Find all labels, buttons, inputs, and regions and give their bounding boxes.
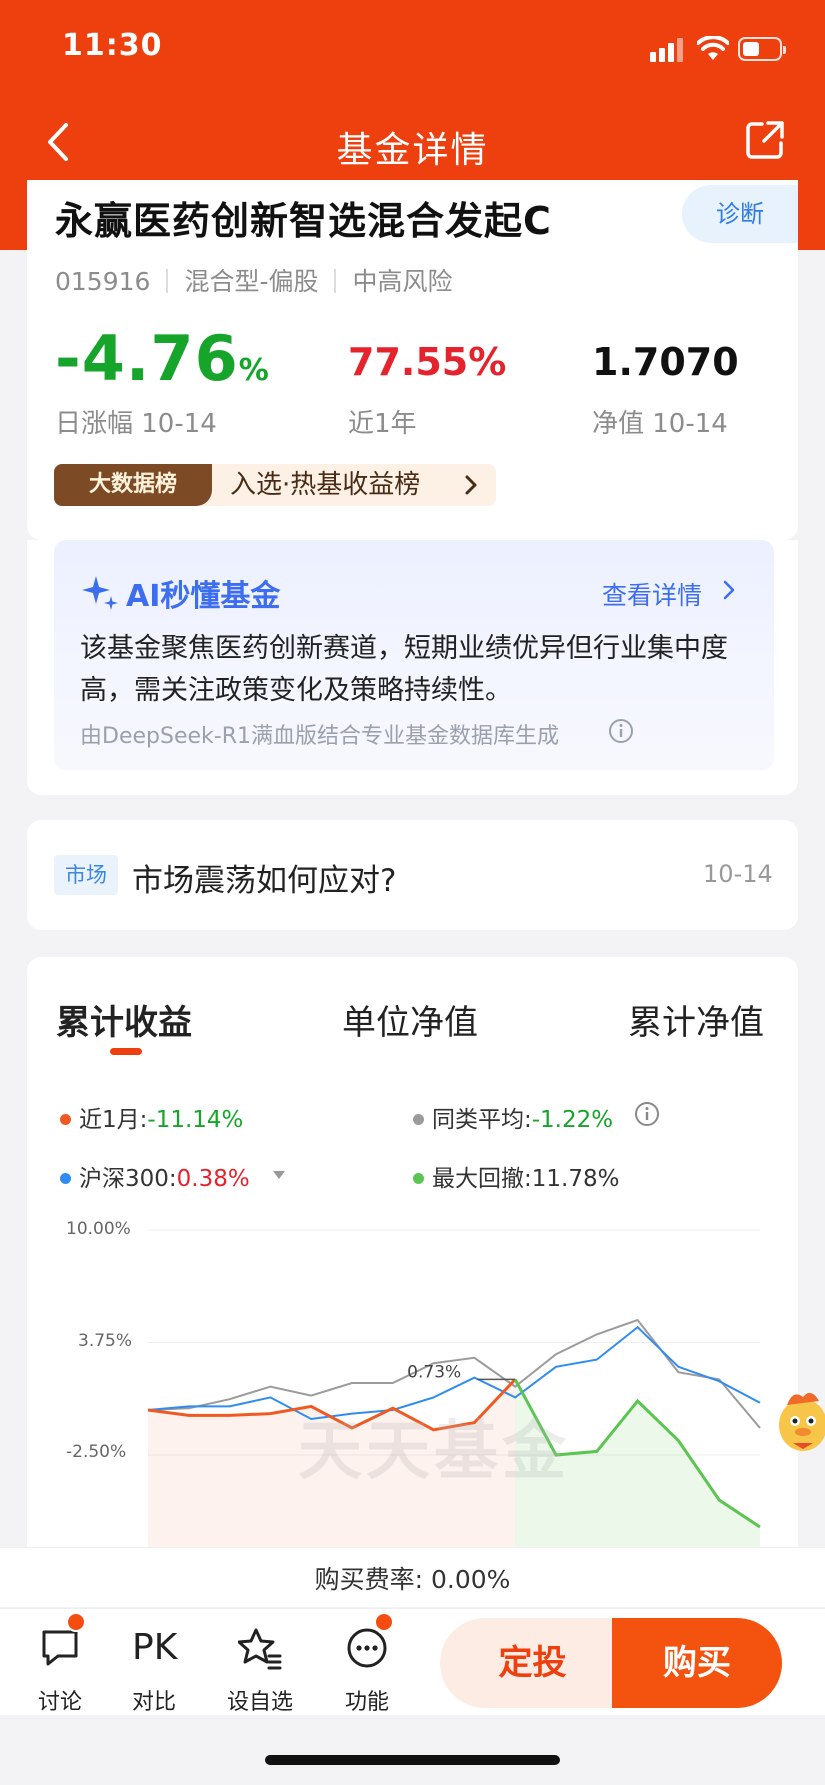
annotation-label: 0.73% bbox=[407, 1362, 461, 1382]
compare-label: 对比 bbox=[131, 1690, 176, 1715]
aip-button[interactable]: 定投 bbox=[440, 1618, 625, 1708]
page-title: 基金详情 bbox=[336, 130, 489, 171]
compare-button[interactable]: PK 对比 bbox=[114, 1626, 194, 1716]
more-icon bbox=[347, 1628, 387, 1668]
star-list-icon bbox=[238, 1628, 282, 1670]
signal-icon bbox=[650, 38, 686, 62]
nav-value: 1.7070 bbox=[592, 340, 739, 384]
discuss-label: 讨论 bbox=[37, 1690, 82, 1715]
tab-cumulative-nav[interactable]: 累计净值 bbox=[628, 995, 764, 1044]
ai-more-link[interactable]: 查看详情 bbox=[602, 576, 702, 612]
tab-unit-nav[interactable]: 单位净值 bbox=[342, 995, 478, 1044]
rank-text: 入选·热基收益榜 bbox=[230, 470, 421, 500]
discuss-button[interactable]: 讨论 bbox=[20, 1626, 100, 1716]
daily-change: -4.76% bbox=[55, 322, 270, 395]
nav-label: 净值 10-14 bbox=[592, 409, 728, 439]
info-icon[interactable] bbox=[608, 718, 634, 744]
divider bbox=[334, 269, 337, 293]
diagnose-button[interactable]: 诊断 bbox=[682, 185, 798, 243]
market-tag: 市场 bbox=[54, 855, 118, 895]
status-time: 11:30 bbox=[62, 28, 163, 63]
nav-bar: 基金详情 bbox=[0, 105, 825, 180]
chevron-right-icon bbox=[465, 475, 477, 495]
share-icon[interactable] bbox=[744, 119, 786, 161]
purchase-fee: 购买费率: 0.00% bbox=[314, 1565, 511, 1594]
rank-badge: 大数据榜 bbox=[54, 464, 212, 506]
buy-button[interactable]: 购买 bbox=[612, 1618, 782, 1708]
fund-name: 永赢医药创新智选混合发起C bbox=[55, 199, 552, 243]
ai-title: AI秒懂基金 bbox=[126, 579, 281, 614]
notification-dot bbox=[374, 1612, 394, 1632]
watchlist-label: 设自选 bbox=[226, 1690, 293, 1715]
wifi-icon bbox=[697, 36, 729, 60]
ai-source-note: 由DeepSeek-R1满血版结合专业基金数据库生成 bbox=[80, 724, 559, 749]
mascot-icon[interactable] bbox=[773, 1385, 825, 1457]
status-bar: 11:30 bbox=[0, 0, 825, 100]
daily-change-label: 日涨幅 10-14 bbox=[55, 409, 217, 439]
year-return-label: 近1年 bbox=[348, 409, 417, 439]
notification-dot bbox=[66, 1612, 86, 1632]
home-indicator bbox=[265, 1755, 560, 1765]
ai-summary-text: 该基金聚焦医药创新赛道，短期业绩优异但行业集中度高，需关注政策变化及策略持续性。 bbox=[80, 633, 728, 706]
fund-risk: 中高风险 bbox=[352, 267, 453, 296]
chat-icon bbox=[42, 1630, 78, 1666]
divider bbox=[166, 269, 169, 293]
sparkle-icon bbox=[82, 576, 118, 610]
watermark: 天天基金 bbox=[298, 1415, 570, 1489]
chevron-right-icon bbox=[723, 580, 735, 600]
fund-code: 015916 bbox=[55, 267, 151, 296]
fund-meta: 015916 混合型-偏股 中高风险 bbox=[55, 262, 452, 298]
daily-change-unit: % bbox=[238, 353, 270, 388]
market-date: 10-14 bbox=[703, 860, 773, 888]
market-title: 市场震荡如何应对? bbox=[132, 863, 397, 899]
year-return: 77.55% bbox=[348, 340, 507, 384]
tab-cumulative-return[interactable]: 累计收益 bbox=[56, 995, 192, 1044]
tab-indicator bbox=[110, 1048, 142, 1055]
watchlist-button[interactable]: 设自选 bbox=[220, 1626, 300, 1716]
function-button[interactable]: 功能 bbox=[327, 1626, 407, 1716]
pk-icon: PK bbox=[132, 1627, 178, 1668]
fund-type: 混合型-偏股 bbox=[184, 267, 319, 296]
function-label: 功能 bbox=[344, 1690, 389, 1715]
home-indicator-area bbox=[0, 1715, 825, 1785]
daily-change-value: -4.76 bbox=[55, 322, 239, 395]
rank-banner[interactable]: 大数据榜 入选·热基收益榜 bbox=[54, 464, 496, 506]
battery-icon bbox=[738, 37, 786, 61]
